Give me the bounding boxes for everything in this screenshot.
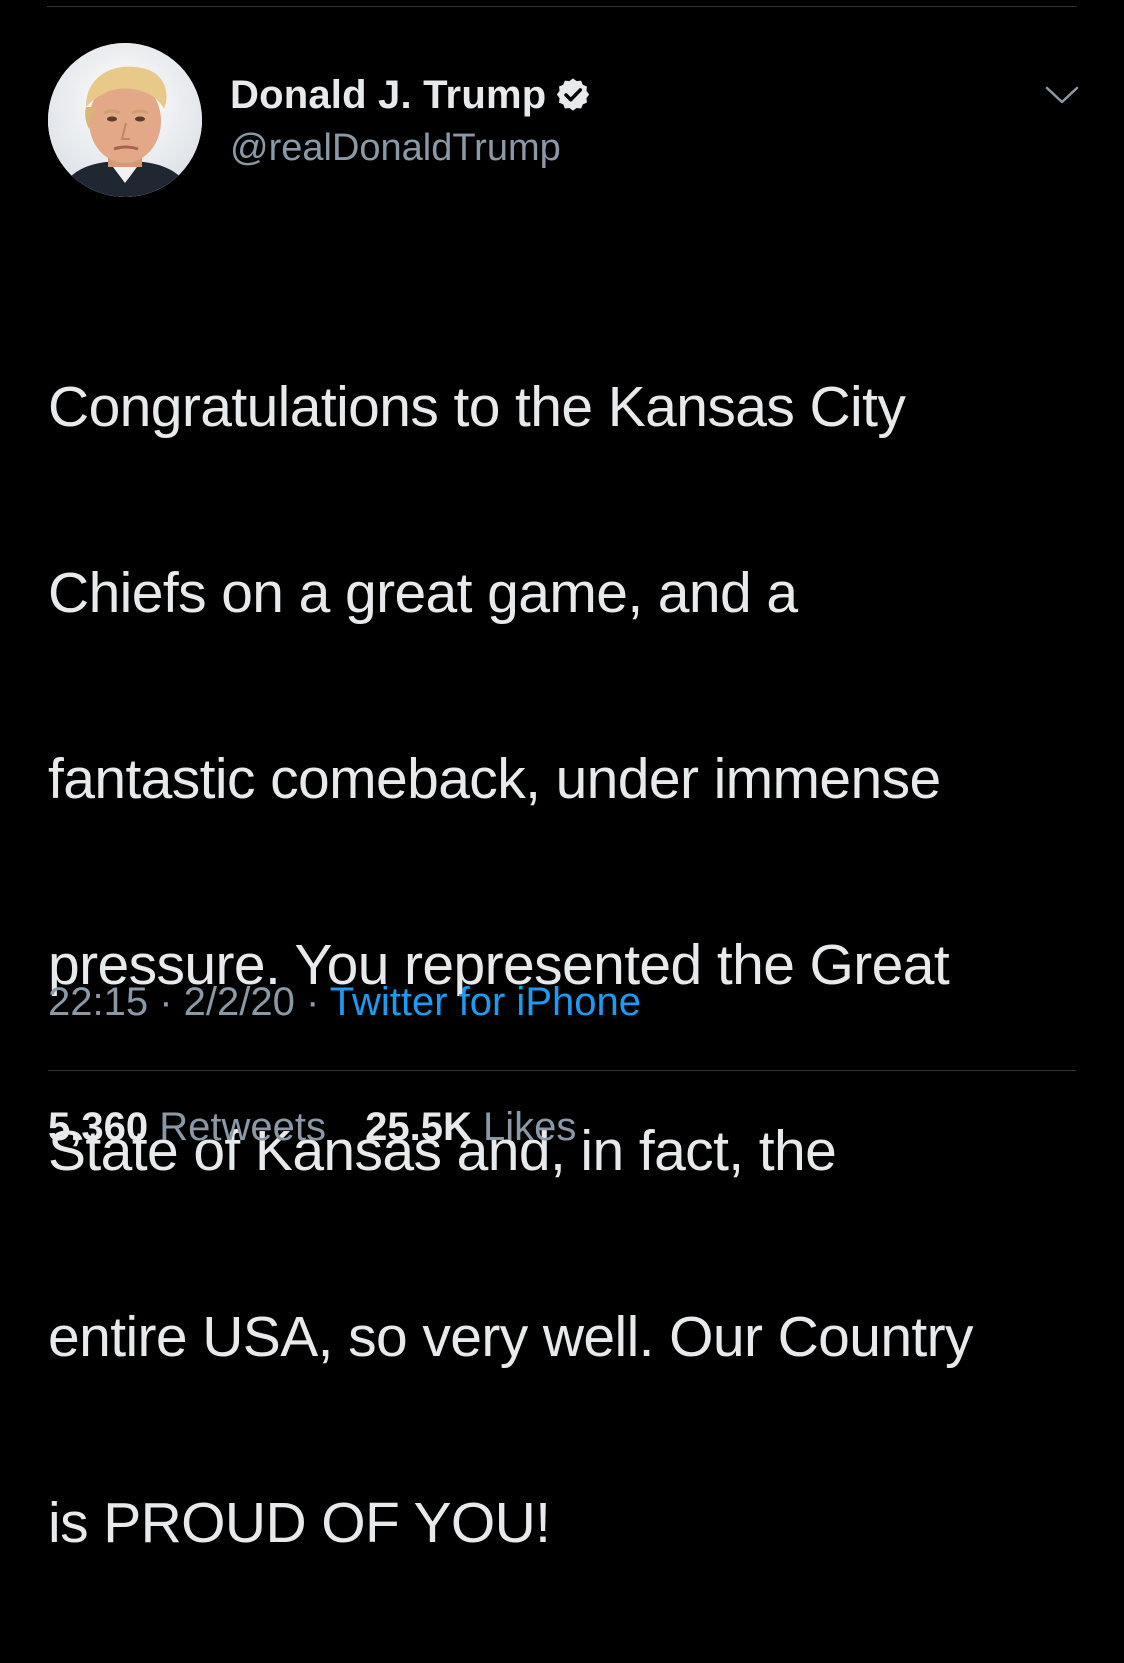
tweet-line: fantastic comeback, under immense	[48, 747, 941, 811]
user-handle[interactable]: @realDonaldTrump	[230, 127, 561, 170]
display-name[interactable]: Donald J. Trump	[230, 73, 546, 118]
tweet-date[interactable]: 2/2/20	[184, 980, 295, 1024]
retweets-label: Retweets	[159, 1105, 326, 1149]
retweets-count: 5,360	[48, 1105, 149, 1149]
tweet-line: Congratulations to the Kansas City	[48, 375, 906, 439]
tweet-header: Donald J. Trump @realDonaldTrump	[48, 43, 1088, 198]
tweet-line: Chiefs on a great game, and a	[48, 561, 798, 625]
tweet-source-link[interactable]: Twitter for iPhone	[330, 980, 641, 1024]
tweet-stats: 5,360 Retweets 25.5K Likes	[48, 1105, 604, 1150]
likes-stat[interactable]: 25.5K Likes	[365, 1105, 576, 1150]
avatar-image	[48, 43, 202, 197]
likes-count: 25.5K	[365, 1105, 472, 1149]
verified-badge-icon	[554, 76, 592, 114]
tweet-line: entire USA, so very well. Our Country	[48, 1305, 974, 1369]
name-row: Donald J. Trump	[230, 71, 592, 119]
likes-label: Likes	[482, 1105, 577, 1149]
tweet-meta: 22:15 · 2/2/20 · Twitter for iPhone	[48, 980, 641, 1025]
tweet-line: is PROUD OF YOU!	[48, 1491, 551, 1555]
avatar[interactable]	[48, 43, 202, 197]
stats-divider	[48, 1070, 1076, 1071]
top-divider	[47, 6, 1077, 7]
tweet-text: Congratulations to the Kansas City Chief…	[48, 268, 1098, 1663]
meta-separator: ·	[306, 980, 330, 1024]
chevron-down-icon[interactable]	[1044, 83, 1080, 107]
tweet-time[interactable]: 22:15	[48, 980, 148, 1024]
meta-separator: ·	[159, 980, 184, 1024]
retweets-stat[interactable]: 5,360 Retweets	[48, 1105, 326, 1150]
